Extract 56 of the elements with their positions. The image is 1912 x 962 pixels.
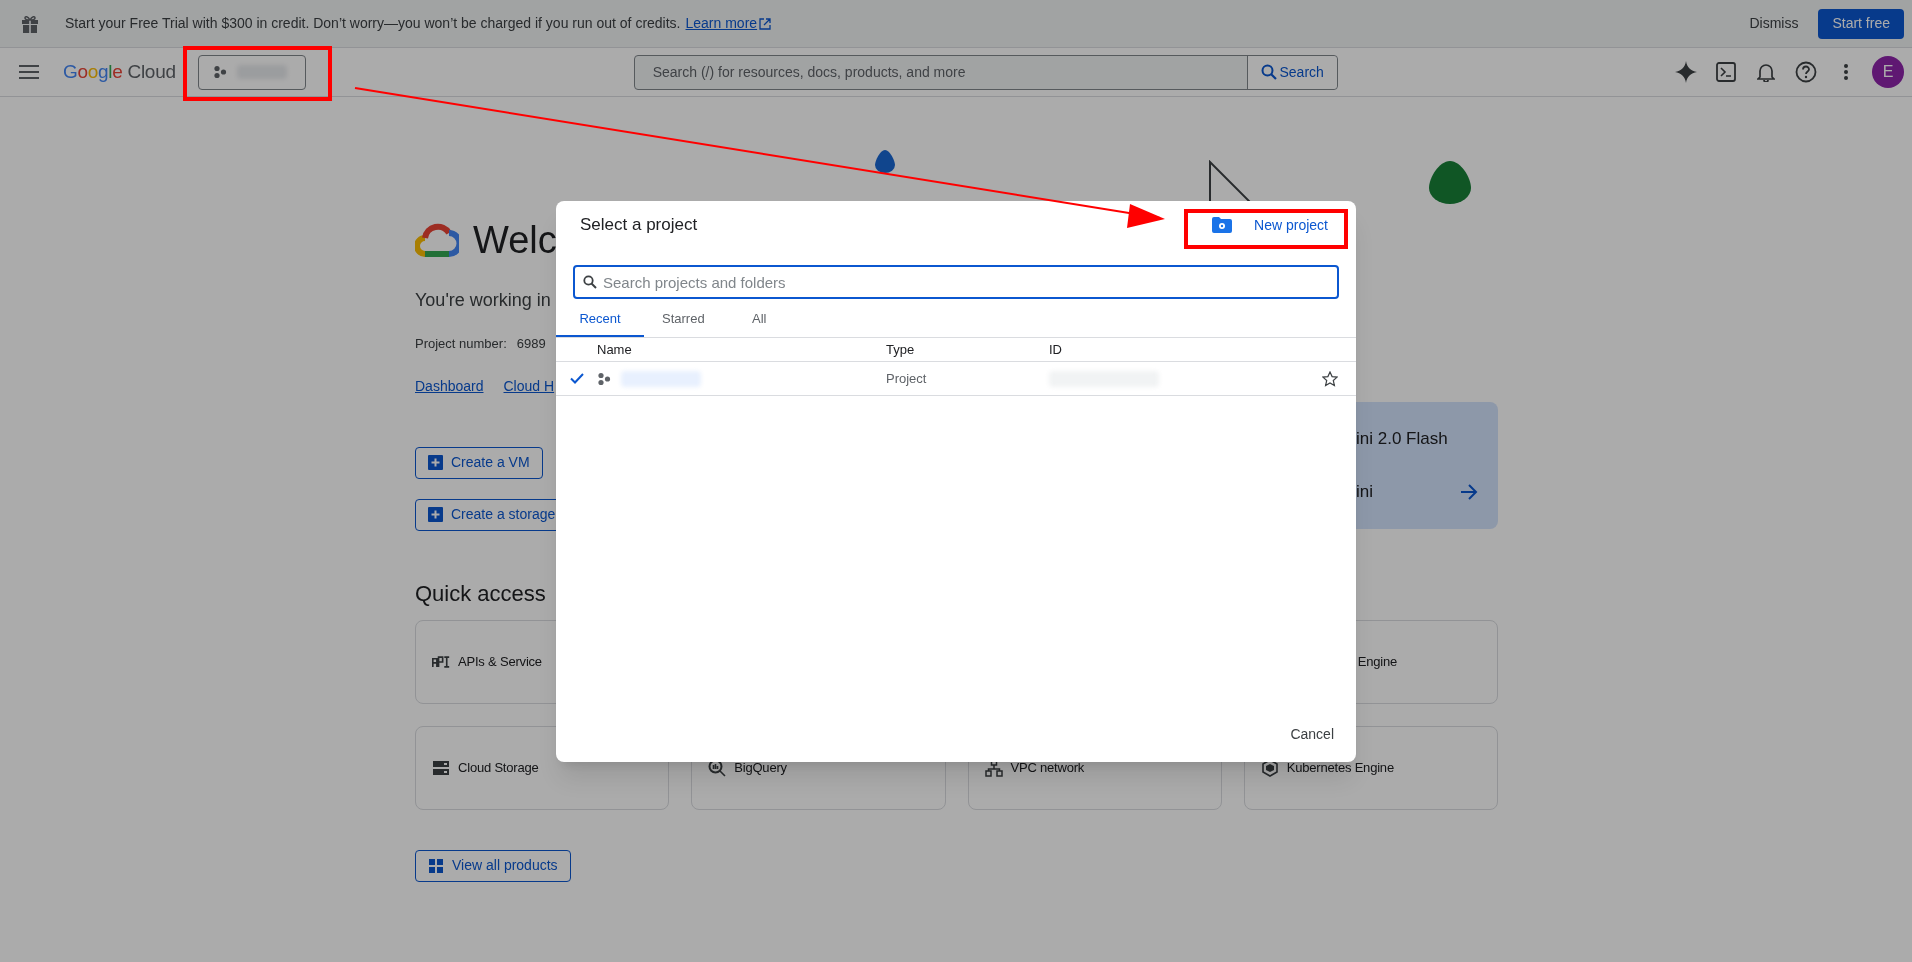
project-row[interactable]: Project	[556, 362, 1356, 396]
search-button[interactable]: Search	[1246, 55, 1337, 89]
api-icon	[432, 655, 450, 668]
project-picker[interactable]	[197, 54, 306, 90]
outline-button[interactable]: Create a VM	[415, 446, 543, 479]
learn-more-link[interactable]: Learn more	[685, 13, 772, 34]
star-icon[interactable]	[1322, 370, 1338, 387]
plus-box-icon	[428, 455, 443, 470]
project-number: 6989	[516, 335, 546, 353]
search-icon	[583, 275, 597, 289]
column-header: Type	[886, 340, 916, 359]
tab[interactable]: Starred	[644, 303, 734, 337]
table-cell-text: Project	[886, 369, 928, 388]
project-dots-icon	[212, 65, 227, 79]
column-header: Name	[597, 340, 633, 359]
plus-box-icon	[428, 507, 443, 522]
search-bar[interactable]: Search (/) for resources, docs, products, and more Search	[633, 54, 1338, 90]
project-number-label: Project number:	[415, 335, 507, 353]
blob-drawing	[1428, 160, 1472, 204]
product-label: Kubernetes Engine	[1286, 758, 1394, 777]
gift-icon	[20, 13, 40, 34]
storage-icon	[432, 759, 450, 776]
cloud-logo-icon	[415, 222, 459, 258]
product-label: Engine	[1357, 652, 1398, 671]
blob-drawing	[874, 149, 896, 173]
product-label: BigQuery	[734, 758, 787, 777]
quick-access-title: Quick access	[415, 579, 547, 608]
gemini-subtitle: ini	[1356, 481, 1373, 503]
check-icon	[569, 373, 584, 384]
logo-text[interactable]: Google Cloud	[63, 57, 176, 87]
product-label: VPC network	[1010, 758, 1085, 777]
gemini-title: ini 2.0 Flash	[1356, 427, 1449, 450]
search-icon	[1260, 64, 1277, 80]
tab[interactable]: Recent	[556, 303, 644, 337]
grid-icon	[428, 857, 444, 874]
dismiss-button[interactable]: Dismiss	[1739, 7, 1809, 40]
external-link-icon	[759, 17, 772, 30]
project-search-field[interactable]: Search projects and folders	[573, 265, 1339, 299]
banner-message: Start your Free Trial with $300 in credit. Don’t worry—you won’t be charged if you run out of credits.	[65, 14, 681, 33]
folder-gear-icon	[1212, 217, 1233, 233]
project-dots-icon	[597, 371, 611, 386]
column-header: ID	[1049, 340, 1062, 359]
working-in-text: You're working in	[415, 289, 552, 312]
search-input[interactable]: Search (/) for resources, docs, products, and more	[634, 55, 1247, 89]
avatar[interactable]: E	[1872, 56, 1904, 88]
tab[interactable]: All	[734, 303, 824, 337]
page-link[interactable]: Cloud H	[503, 375, 555, 397]
welcome-title: Welc	[473, 217, 557, 263]
outline-button[interactable]: View all products	[415, 849, 571, 882]
product-label: APIs & Service	[458, 652, 542, 671]
dialog-title: Select a project	[580, 214, 698, 237]
start-free-button[interactable]: Start free	[1818, 8, 1904, 39]
page-link[interactable]: Dashboard	[415, 375, 484, 397]
new-project-button[interactable]: New project	[1212, 214, 1328, 236]
product-label: Cloud Storage	[458, 758, 539, 777]
arrow-right-icon	[1460, 482, 1478, 501]
